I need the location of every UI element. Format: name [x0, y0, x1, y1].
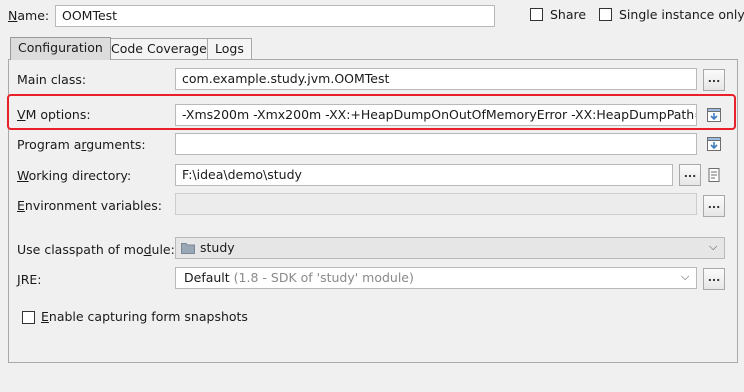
classpath-module-label-pre: Use classpath of mo — [17, 242, 144, 257]
name-label-text: ame: — [17, 8, 50, 23]
jre-label-text: RE: — [20, 272, 42, 287]
expand-field-icon — [707, 108, 721, 122]
tab-code-coverage[interactable]: Code Coverage — [103, 38, 215, 60]
classpath-module-value: study — [200, 240, 235, 255]
vm-options-expand-button[interactable] — [703, 104, 725, 126]
working-directory-label: Working directory: — [17, 168, 131, 184]
share-label: Share — [550, 7, 587, 22]
program-arguments-input[interactable] — [175, 133, 697, 155]
single-instance-checkbox[interactable] — [599, 8, 612, 21]
jre-value-detail: (1.8 - SDK of 'study' module) — [233, 270, 414, 285]
vm-options-label-text: M options: — [25, 107, 91, 122]
jre-dropdown[interactable]: Default (1.8 - SDK of 'study' module) ⌵ — [175, 267, 697, 289]
program-arguments-label-rest: guments: — [86, 137, 146, 152]
jre-value-main: Default — [184, 270, 230, 285]
tab-logs[interactable]: Logs — [207, 38, 252, 60]
environment-variables-mnemonic: E — [17, 198, 25, 213]
working-directory-mnemonic: W — [17, 168, 29, 183]
chevron-down-icon: ⌵ — [709, 240, 718, 253]
jre-browse-button[interactable]: ... — [703, 268, 725, 290]
environment-variables-edit-button[interactable]: ... — [703, 195, 725, 217]
module-folder-icon — [181, 243, 195, 254]
working-directory-input[interactable]: F:\idea\demo\study — [175, 164, 673, 186]
name-label-mnemonic: N — [8, 8, 18, 23]
working-directory-macro-button[interactable] — [703, 164, 725, 186]
vm-options-label: VM options: — [17, 107, 91, 123]
name-label: Name: — [8, 8, 49, 24]
name-input[interactable]: OOMTest — [55, 5, 495, 27]
single-instance-label: Single instance only — [619, 7, 744, 22]
environment-variables-label-text: nvironment variables: — [24, 198, 162, 213]
main-class-input[interactable]: com.example.study.jvm.OOMTest — [175, 68, 697, 90]
program-arguments-expand-button[interactable] — [703, 133, 725, 155]
classpath-module-label-rest: ule: — [151, 242, 175, 257]
expand-field-icon — [707, 137, 721, 151]
form-snapshots-checkbox[interactable] — [22, 311, 35, 324]
form-snapshots-label-text: nable capturing form snapshots — [48, 309, 248, 324]
form-snapshots-label: Enable capturing form snapshots — [41, 309, 248, 325]
vm-options-mnemonic: V — [17, 107, 26, 122]
vm-options-input[interactable]: -Xms200m -Xmx200m -XX:+HeapDumpOnOutOfMe… — [175, 104, 697, 126]
working-directory-browse-button[interactable]: ... — [679, 164, 701, 186]
working-directory-label-text: orking directory: — [28, 168, 132, 183]
classpath-module-dropdown[interactable]: study ⌵ — [175, 237, 725, 259]
jre-value: Default (1.8 - SDK of 'study' module) — [184, 270, 414, 286]
environment-variables-input — [175, 193, 697, 215]
chevron-down-icon: ⌵ — [681, 270, 690, 283]
share-checkbox[interactable] — [530, 8, 543, 21]
tab-configuration[interactable]: Configuration — [10, 37, 111, 60]
main-class-label: Main class: — [17, 72, 87, 87]
classpath-module-label: Use classpath of module: — [17, 242, 175, 258]
classpath-module-mnemonic: d — [143, 242, 152, 257]
main-class-browse-button[interactable]: ... — [703, 69, 725, 91]
program-arguments-label: Program arguments: — [17, 137, 146, 153]
document-macro-icon — [708, 168, 720, 182]
environment-variables-label: Environment variables: — [17, 198, 162, 214]
program-arguments-label-pre: Program a — [17, 137, 82, 152]
form-snapshots-mnemonic: E — [41, 309, 49, 324]
jre-label: JRE: — [17, 272, 41, 288]
